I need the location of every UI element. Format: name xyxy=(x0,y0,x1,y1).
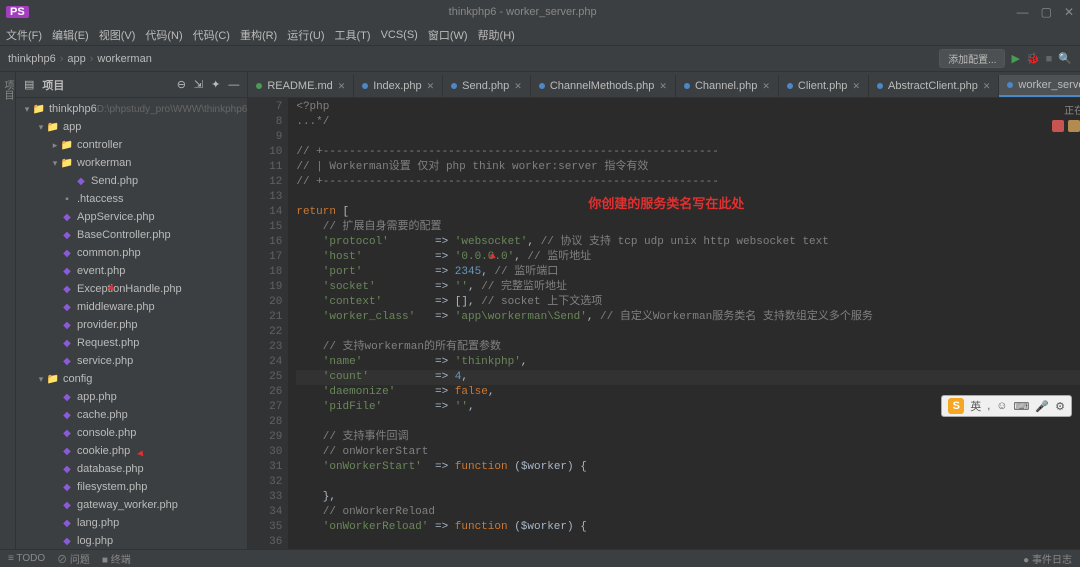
sidebar-header: ▤ 项目 ⊖ ⇲ ✦ — xyxy=(16,72,247,98)
ime-button[interactable]: , xyxy=(987,400,990,412)
tree-node[interactable]: ◆gateway_worker.php xyxy=(16,496,247,514)
analysis-label: 正在分析... xyxy=(1064,102,1080,117)
editor-tabs: README.md✕Index.php✕Send.php✕ChannelMeth… xyxy=(248,72,1080,98)
tree-node[interactable]: ◆cache.php xyxy=(16,406,247,424)
menu-item[interactable]: 帮助(H) xyxy=(478,27,515,43)
tree-node[interactable]: ◆provider.php xyxy=(16,316,247,334)
app-logo: PS xyxy=(6,6,29,18)
tree-node[interactable]: ▪.htaccess xyxy=(16,190,247,208)
project-sidebar: ▤ 项目 ⊖ ⇲ ✦ — ▾📁thinkphp6 D:\phpstudy_pro… xyxy=(16,72,248,549)
tree-node[interactable]: ◆service.php xyxy=(16,352,247,370)
tree-node[interactable]: ◆middleware.php xyxy=(16,298,247,316)
menu-item[interactable]: 工具(T) xyxy=(335,27,371,43)
tree-node[interactable]: ◆database.php xyxy=(16,460,247,478)
tree-node[interactable]: ▾📁app xyxy=(16,118,247,136)
tree-node[interactable]: ▾📁thinkphp6 D:\phpstudy_pro\WWW\thinkphp… xyxy=(16,100,247,118)
close-icon[interactable]: ✕ xyxy=(1064,5,1074,19)
sidebar-hide-icon[interactable]: — xyxy=(228,79,239,91)
editor-tab[interactable]: Send.php✕ xyxy=(443,75,531,97)
tree-node[interactable]: ◆AppService.php xyxy=(16,208,247,226)
menu-item[interactable]: 视图(V) xyxy=(99,27,136,43)
tree-node[interactable]: ◆cookie.php xyxy=(16,442,247,460)
menu-item[interactable]: 文件(F) xyxy=(6,27,42,43)
editor-tab[interactable]: README.md✕ xyxy=(248,75,354,97)
menu-item[interactable]: 代码(C) xyxy=(193,27,230,43)
project-icon: ▤ xyxy=(24,78,34,91)
editor-tab[interactable]: Channel.php✕ xyxy=(676,75,779,97)
project-tool-button[interactable]: 项目 xyxy=(0,80,15,100)
editor-tab[interactable]: Index.php✕ xyxy=(354,75,443,97)
editor-tab[interactable]: AbstractClient.php✕ xyxy=(869,75,999,97)
breadcrumb[interactable]: thinkphp6›app›workerman xyxy=(8,53,152,65)
status-item[interactable]: ≡ TODO xyxy=(8,553,45,564)
maximize-icon[interactable]: ▢ xyxy=(1041,5,1052,19)
breadcrumb-item[interactable]: workerman xyxy=(97,53,151,65)
menu-bar: 文件(F) 编辑(E) 视图(V) 代码(N) 代码(C) 重构(R) 运行(U) 工具(T)… xyxy=(0,24,1080,46)
ime-button[interactable]: ⚙ xyxy=(1055,400,1065,413)
inspection-widgets[interactable] xyxy=(1052,120,1080,132)
tree-node[interactable]: ◆BaseController.php xyxy=(16,226,247,244)
stop-icon[interactable]: ■ xyxy=(1046,53,1053,65)
ime-button[interactable]: ☺ xyxy=(996,400,1007,412)
tree-node[interactable]: ◆ExceptionHandle.php xyxy=(16,280,247,298)
status-item[interactable]: ■ 终端 xyxy=(102,551,131,566)
window-title: thinkphp6 - worker_server.php xyxy=(29,6,1017,18)
breadcrumb-item[interactable]: app xyxy=(67,53,85,65)
menu-item[interactable]: 运行(U) xyxy=(287,27,324,43)
editor-tab[interactable]: worker_server.php✕ xyxy=(999,75,1080,97)
tree-node[interactable]: ▾📁workerman xyxy=(16,154,247,172)
tree-node[interactable]: ◆event.php xyxy=(16,262,247,280)
tree-node[interactable]: ◆Request.php xyxy=(16,334,247,352)
sidebar-collapse-icon[interactable]: ⊖ xyxy=(177,78,186,91)
editor-area: README.md✕Index.php✕Send.php✕ChannelMeth… xyxy=(248,72,1080,549)
code-editor[interactable]: <?php...*/ // +-------------------------… xyxy=(288,98,1080,549)
project-tree[interactable]: ▾📁thinkphp6 D:\phpstudy_pro\WWW\thinkphp… xyxy=(16,98,247,549)
menu-item[interactable]: 代码(N) xyxy=(145,27,182,43)
line-gutter: 7891011121314151617181920212223242526272… xyxy=(248,98,288,549)
sidebar-settings-icon[interactable]: ✦ xyxy=(211,78,220,91)
ime-toolbar[interactable]: S英, ☺ ⌨ 🎤 ⚙ xyxy=(941,395,1072,417)
title-bar: PS thinkphp6 - worker_server.php — ▢ ✕ xyxy=(0,0,1080,24)
status-bar: ≡ TODO ⊘ 问题 ■ 终端 ● 事件日志 xyxy=(0,549,1080,567)
breadcrumb-item[interactable]: thinkphp6 xyxy=(8,53,56,65)
status-item[interactable]: ⊘ 问题 xyxy=(57,551,90,566)
tree-node[interactable]: ◆app.php xyxy=(16,388,247,406)
toolbar: thinkphp6›app›workerman 添加配置... ▶ 🐞 ■ 🔍 xyxy=(0,46,1080,72)
tree-node[interactable]: ◆Send.php xyxy=(16,172,247,190)
ime-button[interactable]: S xyxy=(948,398,964,414)
sidebar-expand-icon[interactable]: ⇲ xyxy=(194,78,203,91)
menu-item[interactable]: 重构(R) xyxy=(240,27,277,43)
tree-node[interactable]: ▸📁controller xyxy=(16,136,247,154)
tree-node[interactable]: ◆common.php xyxy=(16,244,247,262)
run-config-select[interactable]: 添加配置... xyxy=(939,49,1005,68)
event-log[interactable]: ● 事件日志 xyxy=(1023,551,1072,566)
minimize-icon[interactable]: — xyxy=(1017,5,1029,19)
tree-node[interactable]: ◆filesystem.php xyxy=(16,478,247,496)
menu-item[interactable]: 窗口(W) xyxy=(428,27,468,43)
menu-item[interactable]: 编辑(E) xyxy=(52,27,89,43)
tree-node[interactable]: ◆log.php xyxy=(16,532,247,549)
ime-button[interactable]: 英 xyxy=(970,398,981,414)
sidebar-title: 项目 xyxy=(42,77,64,93)
debug-icon[interactable]: 🐞 xyxy=(1026,52,1040,65)
ime-button[interactable]: ⌨ xyxy=(1014,400,1030,413)
tree-node[interactable]: ◆console.php xyxy=(16,424,247,442)
tree-node[interactable]: ◆lang.php xyxy=(16,514,247,532)
run-icon[interactable]: ▶ xyxy=(1011,52,1019,65)
tool-window-strip-left: 项目 xyxy=(0,72,16,549)
tree-node[interactable]: ▾📁config xyxy=(16,370,247,388)
ime-button[interactable]: 🎤 xyxy=(1035,400,1049,413)
search-icon[interactable]: 🔍 xyxy=(1058,52,1072,65)
editor-tab[interactable]: ChannelMethods.php✕ xyxy=(531,75,676,97)
menu-item[interactable]: VCS(S) xyxy=(381,29,418,41)
editor-tab[interactable]: Client.php✕ xyxy=(779,75,869,97)
